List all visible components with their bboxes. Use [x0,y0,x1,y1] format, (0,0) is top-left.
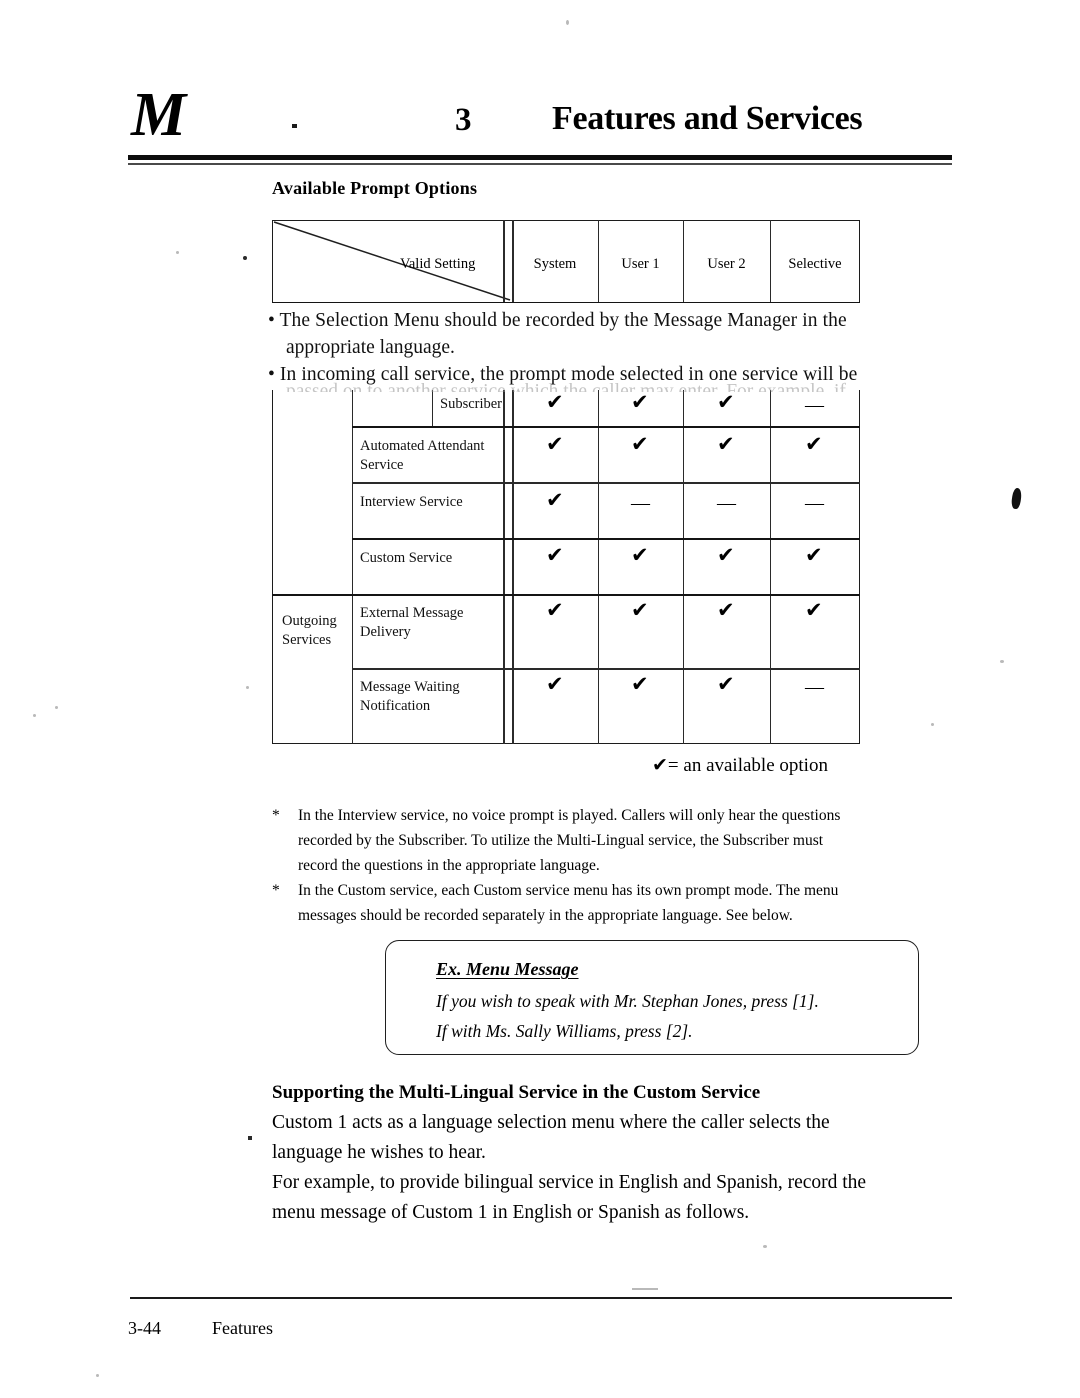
overlay-bullet-line-4-faded: passed on to another service which the c… [286,381,846,392]
footnote-1-line-1: In the Interview service, no voice promp… [298,807,841,824]
example-menu-message-box: Ex. Menu Message If you wish to speak wi… [385,940,919,1055]
footnote-2: * In the Custom service, each Custom ser… [272,878,972,928]
bottom-section-heading: Supporting the Multi-Lingual Service in … [272,1082,761,1103]
table-cell-aas-user2: ✔ [717,432,735,456]
overlay-bullet-line-2: appropriate language. [286,337,455,358]
bottom-paragraph-2-line-1: For example, to provide bilingual servic… [272,1172,867,1193]
table-cell-subscriber-system: ✔ [546,390,564,414]
header-stray-dot [292,124,297,128]
example-box-title: Ex. Menu Message [436,959,579,979]
example-box-line-2: If with Ms. Sally Williams, press [2]. [436,1021,693,1041]
scan-speck [176,251,179,254]
table-col-header-user2: User 2 [707,256,746,272]
overlay-bullet-line-1: • The Selection Menu should be recorded … [268,310,847,331]
scan-speck [931,723,934,726]
table-row-label-subscriber: Subscriber [440,396,503,412]
scan-speck [566,20,569,25]
table-cell-aas-selective: ✔ [805,432,823,456]
legend-text: = an available option [667,755,828,776]
scan-speck [246,686,249,689]
table-cell-emd-selective: ✔ [805,598,823,622]
scan-speck [1000,660,1004,663]
table-cell-emd-system: ✔ [546,598,564,622]
table-hline-sub-aas [352,426,860,429]
table-cell-custom-selective: ✔ [805,543,823,567]
margin-stray-dot [248,1136,252,1140]
section-heading: Available Prompt Options [272,178,478,198]
table-cell-interview-user2: — [717,493,736,514]
header-rule-thin [128,163,952,165]
scan-speck [243,256,247,260]
table-hline-emd-mwn [352,668,860,670]
table-row-label-custom: Custom Service [360,550,453,566]
table-cell-emd-user2: ✔ [717,598,735,622]
footnote-1-line-2: recorded by the Subscriber. To utilize t… [298,832,824,849]
bottom-paragraph-2: For example, to provide bilingual servic… [272,1168,972,1228]
bottom-paragraph-1-line-1: Custom 1 acts as a language selection me… [272,1112,830,1133]
scan-speck [33,714,36,717]
margin-ink-blot [1010,487,1023,510]
table-row-label-mwn-line1: Message Waiting [360,679,460,695]
table-hline-aas-interview [352,482,860,484]
bottom-paragraph-1: Custom 1 acts as a language selection me… [272,1108,972,1168]
footnote-1-marker: * [272,807,280,824]
header-rule-thick [128,155,952,160]
document-page: M 3 Features and Services Available Prom… [0,0,1080,1398]
table-hline-interview-custom [352,538,860,541]
table-cell-mwn-system: ✔ [546,672,564,696]
table-col-header-system: System [533,256,577,272]
table-cell-interview-system: ✔ [546,488,564,512]
table-group-label-outgoing-line2: Services [282,632,332,648]
bottom-paragraph-2-line-2: menu message of Custom 1 in English or S… [272,1202,750,1223]
overlay-bullet-paragraph: • The Selection Menu should be recorded … [268,303,972,390]
footnote-2-line-2: messages should be recorded separately i… [298,907,793,924]
scan-speck [96,1374,99,1377]
table-cell-interview-selective: — [805,493,824,514]
table-cell-mwn-selective: — [805,677,824,698]
table-row-label-aas-line2: Service [360,457,404,473]
table-cell-mwn-user1: ✔ [631,672,649,696]
table-cell-aas-user1: ✔ [631,432,649,456]
table-cell-aas-system: ✔ [546,432,564,456]
available-prompt-options-table: Valid Setting System User 1 User 2 Selec… [272,220,860,744]
page-title: Features and Services [552,100,863,137]
checkmark-icon: ✔ [652,754,668,776]
table-cell-custom-user1: ✔ [631,543,649,567]
header-chapter-number: 3 [455,102,472,138]
scan-speck [632,1288,658,1290]
table-row-label-interview: Interview Service [360,494,463,510]
footer-rule [130,1297,952,1300]
footer-section-label: Features [212,1318,273,1338]
table-cell-custom-system: ✔ [546,543,564,567]
example-box-line-1: If you wish to speak with Mr. Stephan Jo… [436,991,819,1011]
table-cell-subscriber-selective: — [805,395,824,416]
table-legend: ✔= an available option [652,754,828,777]
table-cell-subscriber-user1: ✔ [631,390,649,414]
table-row-label-emd-line2: Delivery [360,624,411,640]
footnote-1-line-3: record the questions in the appropriate … [298,857,600,874]
table-col-header-selective: Selective [788,256,842,272]
table-hline-incoming-outgoing [272,594,860,597]
footer-page-number: 3-44 [128,1318,161,1338]
table-cell-emd-user1: ✔ [631,598,649,622]
table-cell-custom-user2: ✔ [717,543,735,567]
footnote-2-line-1: In the Custom service, each Custom servi… [298,882,839,899]
table-cell-subscriber-user2: ✔ [717,390,735,414]
table-cell-mwn-user2: ✔ [717,672,735,696]
table-col-header-user1: User 1 [621,256,660,272]
footnote-2-marker: * [272,882,280,899]
table-row-label-emd-line1: External Message [360,605,464,621]
scan-speck [763,1245,767,1248]
table-corner-label: Valid Setting [400,256,476,272]
bottom-paragraph-1-line-2: language he wishes to hear. [272,1142,486,1163]
table-group-label-outgoing-line1: Outgoing [282,613,337,629]
table-row-label-aas-line1: Automated Attendant [360,438,485,454]
table-corner-diagonal [272,220,512,302]
header-manual-letter: M [131,81,186,149]
table-row-label-mwn-line2: Notification [360,698,431,714]
footnote-1: * In the Interview service, no voice pro… [272,803,972,878]
scan-speck [55,706,58,709]
table-cell-interview-user1: — [631,493,650,514]
